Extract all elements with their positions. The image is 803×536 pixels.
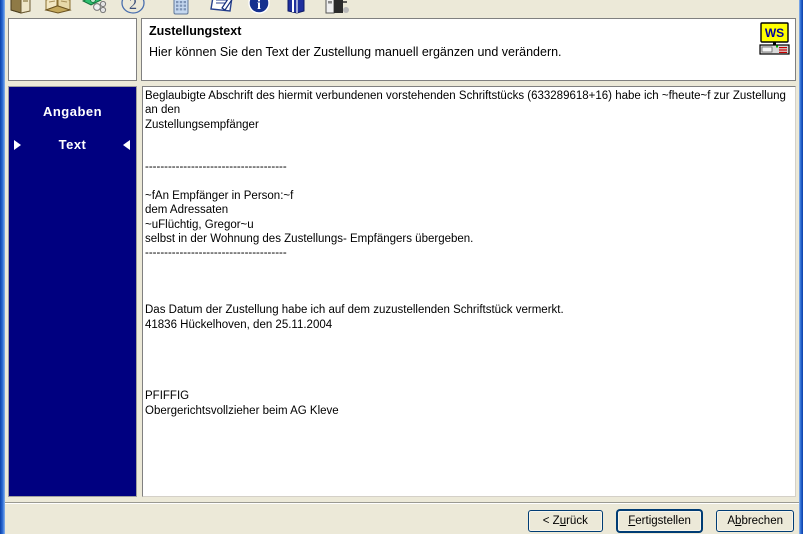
- page-subtitle: Hier können Sie den Text der Zustellung …: [149, 45, 562, 59]
- book-closed-icon[interactable]: [8, 0, 34, 16]
- page-title: Zustellungstext: [149, 24, 242, 38]
- back-button-label-b: rück: [566, 515, 588, 527]
- wizard-sidebar: Angaben Text: [8, 86, 137, 497]
- header-title-box: Zustellungstext Hier können Sie den Text…: [141, 18, 796, 81]
- back-button-label-a: < Z: [542, 515, 560, 527]
- svg-text:i: i: [257, 0, 261, 13]
- cancel-button-label-b: brechen: [741, 515, 783, 527]
- sidebar-item-label: Text: [58, 137, 87, 152]
- window-frame-right: [799, 0, 803, 534]
- wizard-buttons: < Zurück Fertigstellen Abbrechen: [518, 510, 794, 536]
- number-two-icon[interactable]: 2: [120, 0, 146, 16]
- book-open-icon[interactable]: [44, 0, 72, 16]
- header-logo-box: [8, 18, 137, 81]
- sidebar-item-angaben[interactable]: Angaben: [9, 101, 136, 123]
- notepad-pen-icon[interactable]: [208, 0, 234, 16]
- svg-text:WS: WS: [765, 26, 784, 40]
- selection-arrow-right-icon: [14, 140, 21, 150]
- selection-arrow-left-icon: [123, 140, 130, 150]
- toolbar: 2 i: [0, 0, 803, 16]
- money-coins-icon[interactable]: [82, 0, 108, 16]
- file-cabinet-icon[interactable]: [322, 0, 349, 16]
- zustellungstext-content[interactable]: Beglaubigte Abschrift des hiermit verbun…: [145, 89, 793, 494]
- ws-monitor-logo: WS: [759, 22, 790, 55]
- zustellungstext-editor[interactable]: Beglaubigte Abschrift des hiermit verbun…: [142, 86, 796, 497]
- sidebar-item-label: Angaben: [42, 104, 103, 119]
- wizard-window: 2 i Zustellungstext Hier können Sie den …: [0, 0, 803, 534]
- wizard-header: Zustellungstext Hier können Sie den Text…: [5, 16, 799, 84]
- svg-text:2: 2: [129, 0, 137, 13]
- calculator-icon[interactable]: [170, 0, 196, 16]
- info-circle-icon[interactable]: i: [246, 0, 272, 16]
- finish-button[interactable]: Fertigstellen: [617, 510, 702, 532]
- back-button[interactable]: < Zurück: [527, 510, 603, 532]
- finish-button-label-b: ertigstellen: [635, 515, 691, 527]
- sidebar-item-text[interactable]: Text: [9, 134, 136, 156]
- cancel-button[interactable]: Abbrechen: [716, 510, 794, 532]
- wizard-page: Zustellungstext Hier können Sie den Text…: [5, 16, 799, 534]
- cancel-button-label-a: A: [727, 515, 736, 527]
- footer-separator: [5, 502, 799, 504]
- book-blue-icon[interactable]: [284, 0, 310, 16]
